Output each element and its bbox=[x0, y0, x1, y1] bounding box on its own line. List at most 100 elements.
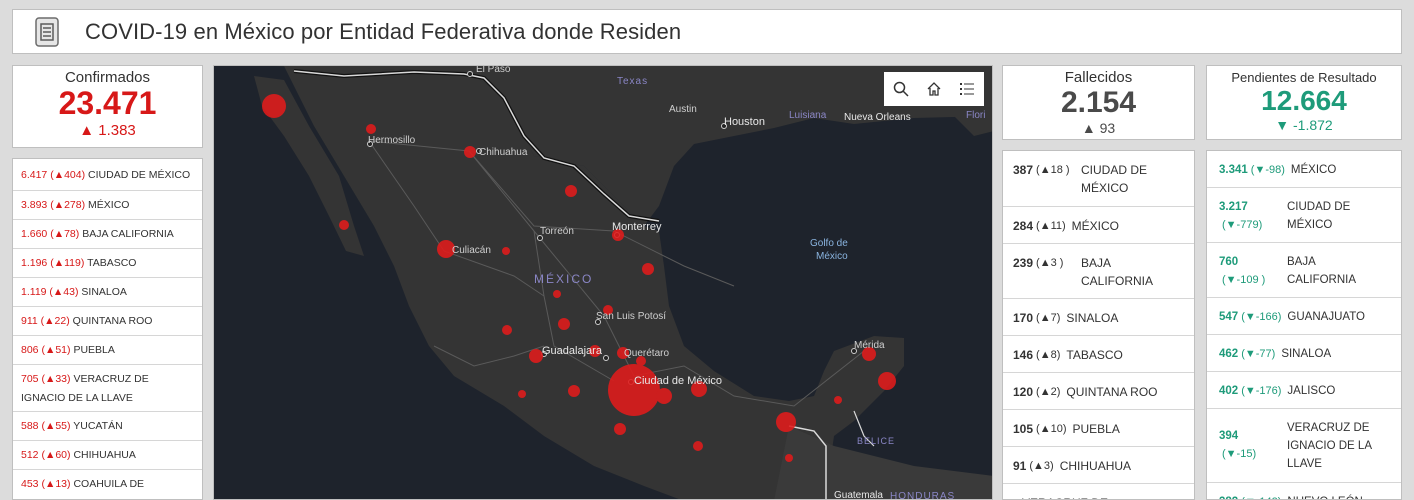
legend-list-icon[interactable] bbox=[956, 78, 978, 100]
list-item-value: 105 bbox=[1013, 422, 1034, 436]
fallecidos-delta: ▲ 93 bbox=[1081, 120, 1116, 136]
list-item[interactable]: 6.417 (▲404) CIUDAD DE MÉXICO bbox=[13, 159, 202, 191]
list-item[interactable]: 120 (▲2) QUINTANA ROO bbox=[1003, 373, 1194, 410]
list-item[interactable]: 588 (▲55) YUCATÁN bbox=[13, 412, 202, 441]
list-item[interactable]: 453 (▲13) COAHUILA DE bbox=[13, 470, 202, 499]
list-item-value: 588 bbox=[21, 420, 39, 432]
list-item-name: CIUDAD DE MÉXICO bbox=[1287, 201, 1351, 231]
list-item-name: CIUDAD DE MÉXICO bbox=[88, 169, 191, 181]
list-item-name: MÉXICO bbox=[1071, 219, 1120, 233]
list-item[interactable]: VERACRUZ DE bbox=[1003, 484, 1194, 499]
list-item-change: (▲10) bbox=[1036, 423, 1067, 435]
map-label-el-paso: El Paso bbox=[476, 66, 511, 75]
list-item-name: JALISCO bbox=[1287, 385, 1336, 397]
list-item-value: 3.341 bbox=[1219, 164, 1248, 176]
list-item[interactable]: 1.119 (▲43) SINALOA bbox=[13, 278, 202, 307]
list-item[interactable]: 146 (▲8) TABASCO bbox=[1003, 336, 1194, 373]
list-item[interactable]: 705 (▲33) VERACRUZ DE IGNACIO DE LA LLAV… bbox=[13, 365, 202, 412]
list-item-name: TABASCO bbox=[87, 257, 137, 269]
list-item-text: 1.660 (▲78) BAJA CALIFORNIA bbox=[21, 225, 174, 244]
list-item-numbers: 284 (▲11) bbox=[1013, 217, 1066, 235]
list-item-change: (▼-77) bbox=[1241, 348, 1276, 360]
list-item-text: 911 (▲22) QUINTANA ROO bbox=[21, 312, 152, 331]
list-item-change: (▲43) bbox=[49, 286, 79, 298]
list-item[interactable]: 547 (▼-166) GUANAJUATO bbox=[1207, 298, 1401, 335]
list-item[interactable]: 911 (▲22) QUINTANA ROO bbox=[13, 307, 202, 336]
list-item-value: 170 bbox=[1013, 311, 1034, 325]
map-canvas[interactable]: Texas El Paso Austin Houston Luisiana Nu… bbox=[214, 66, 993, 500]
list-item-value: 394 bbox=[1219, 430, 1239, 442]
home-icon[interactable] bbox=[923, 78, 945, 100]
map-label-texas: Texas bbox=[617, 76, 648, 87]
list-item-name: COAHUILA DE bbox=[73, 478, 145, 490]
list-item-numbers: 387 (▲18 ) bbox=[1013, 161, 1075, 179]
list-item[interactable]: 284 (▲11) MÉXICO bbox=[1003, 207, 1194, 244]
list-item-change: (▲13) bbox=[41, 478, 71, 490]
list-item-name: SINALOA bbox=[81, 286, 127, 298]
list-item-numbers: 3.341 (▼-98) bbox=[1219, 161, 1285, 179]
fallecidos-list[interactable]: 387 (▲18 ) CIUDAD DE MÉXICO 284 (▲11) MÉXICO 2… bbox=[1002, 150, 1195, 500]
map-label-mexico: MÉXICO bbox=[534, 271, 593, 286]
list-item-value: 402 bbox=[1219, 385, 1239, 397]
pendientes-delta: ▼ -1.872 bbox=[1275, 117, 1333, 133]
list-item[interactable]: 760 (▼-109 ) BAJA CALIFORNIA bbox=[1207, 243, 1401, 298]
list-item-name: BAJA CALIFORNIA bbox=[82, 228, 174, 240]
confirmados-stat: Confirmados 23.471 ▲ 1.383 bbox=[12, 65, 203, 148]
list-item-text: 806 (▲51) PUEBLA bbox=[21, 341, 115, 360]
confirmados-list[interactable]: 6.417 (▲404) CIUDAD DE MÉXICO 3.893 (▲278… bbox=[12, 158, 203, 500]
list-item-text: 705 (▲33) VERACRUZ DE IGNACIO DE LA LLAV… bbox=[21, 370, 194, 408]
list-item[interactable]: 1.660 (▲78) BAJA CALIFORNIA bbox=[13, 220, 202, 249]
list-item[interactable]: 239 (▲3 ) BAJA CALIFORNIA bbox=[1003, 244, 1194, 299]
list-item-change: (▲7) bbox=[1036, 312, 1061, 324]
list-item-change: (▲22) bbox=[40, 315, 70, 327]
list-item-name: QUINTANA ROO bbox=[72, 315, 153, 327]
list-item-change: (▲8) bbox=[1036, 349, 1061, 361]
list-item[interactable]: 512 (▲60) CHIHUAHUA bbox=[13, 441, 202, 470]
map-label-austin: Austin bbox=[669, 104, 697, 115]
list-item[interactable]: 462 (▼-77) SINALOA bbox=[1207, 335, 1401, 372]
list-item-value: 1.119 bbox=[21, 286, 47, 298]
map-label-chihuahua: Chihuahua bbox=[479, 147, 528, 158]
list-item[interactable]: 3.341 (▼-98) MÉXICO bbox=[1207, 151, 1401, 188]
fallecidos-stat: Fallecidos 2.154 ▲ 93 bbox=[1002, 65, 1195, 140]
list-item-value: 1.196 bbox=[21, 257, 48, 269]
list-item-change: (▲404) bbox=[50, 169, 86, 181]
list-item[interactable]: 105 (▲10) PUEBLA bbox=[1003, 410, 1194, 447]
government-seal-icon bbox=[35, 16, 59, 47]
list-item-text: 6.417 (▲404) CIUDAD DE MÉXICO bbox=[21, 166, 190, 185]
list-item-change: (▲3 ) bbox=[1036, 257, 1064, 269]
list-item-numbers: 91 (▲3) bbox=[1013, 457, 1054, 475]
list-item[interactable]: 806 (▲51) PUEBLA bbox=[13, 336, 202, 365]
list-item-value: 239 bbox=[1013, 256, 1034, 270]
list-item-name: BAJA CALIFORNIA bbox=[1287, 256, 1357, 286]
list-item[interactable]: 3.217 (▼-779) CIUDAD DE MÉXICO bbox=[1207, 188, 1401, 243]
map-view[interactable]: Texas El Paso Austin Houston Luisiana Nu… bbox=[213, 65, 993, 500]
list-item[interactable]: 91 (▲3) CHIHUAHUA bbox=[1003, 447, 1194, 484]
confirmados-value: 23.471 bbox=[58, 85, 157, 121]
pendientes-list[interactable]: 3.341 (▼-98) MÉXICO 3.217 (▼-779) CIUDAD DE M… bbox=[1206, 150, 1402, 500]
list-item-numbers: 402 (▼-176) bbox=[1219, 382, 1281, 400]
list-item-name: VERACRUZ DE bbox=[1022, 494, 1108, 499]
list-item-change: (▼-176) bbox=[1241, 385, 1282, 397]
list-item-name: CHIHUAHUA bbox=[1059, 459, 1132, 473]
list-item-value: 3.217 bbox=[1219, 201, 1248, 213]
list-item[interactable]: 170 (▲7) SINALOA bbox=[1003, 299, 1194, 336]
map-label-hermosillo: Hermosillo bbox=[368, 135, 416, 146]
list-item[interactable]: 1.196 (▲119) TABASCO bbox=[13, 249, 202, 278]
list-item-name: GUANAJUATO bbox=[1287, 311, 1365, 323]
list-item[interactable]: 3.893 (▲278) MÉXICO bbox=[13, 191, 202, 220]
list-item[interactable]: 402 (▼-176) JALISCO bbox=[1207, 372, 1401, 409]
fallecidos-value: 2.154 bbox=[1060, 86, 1137, 119]
list-item-value: 512 bbox=[21, 449, 39, 461]
list-item-change: (▲278) bbox=[50, 199, 86, 211]
map-toolbar bbox=[884, 72, 984, 106]
map-label-merida: Mérida bbox=[854, 340, 885, 351]
list-item-value: 911 bbox=[21, 315, 38, 327]
list-item[interactable]: 382(▼-142) NUEVO LEÓN bbox=[1207, 483, 1401, 499]
list-item-value: 91 bbox=[1013, 459, 1027, 473]
list-item[interactable]: 394 (▼-15) VERACRUZ DE IGNACIO DE LA LLAVE bbox=[1207, 409, 1401, 483]
map-label-san-luis: San Luis Potosí bbox=[596, 311, 666, 322]
search-icon[interactable] bbox=[890, 78, 912, 100]
list-item[interactable]: 387 (▲18 ) CIUDAD DE MÉXICO bbox=[1003, 151, 1194, 207]
list-item-value: 120 bbox=[1013, 385, 1034, 399]
